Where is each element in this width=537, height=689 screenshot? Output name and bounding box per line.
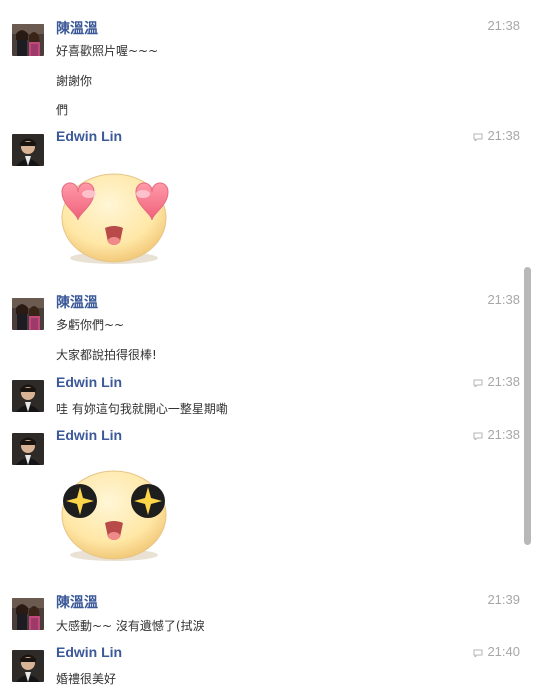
timestamp-text: 21:38: [487, 292, 520, 307]
avatar[interactable]: [12, 598, 44, 630]
heart-eyes-sticker[interactable]: [56, 170, 174, 270]
couple-photo-avatar-icon: [12, 24, 44, 56]
sparkle-eyes-sticker-icon: [61, 470, 167, 561]
man-photo-avatar-icon: [12, 380, 44, 412]
sender-name[interactable]: 陳溫溫: [56, 592, 98, 612]
message-text: 謝謝你: [56, 74, 93, 88]
couple-photo-avatar-icon: [12, 298, 44, 330]
man-photo-avatar-icon: [12, 433, 44, 465]
man-photo-avatar-icon: [12, 134, 44, 166]
avatar[interactable]: [12, 134, 44, 166]
timestamp-text: 21:38: [487, 427, 520, 442]
timestamp: 21:38: [473, 128, 520, 143]
sender-name[interactable]: 陳溫溫: [56, 292, 98, 312]
timestamp: 21:38: [473, 374, 520, 389]
sender-name[interactable]: Edwin Lin: [56, 374, 122, 390]
timestamp-text: 21:38: [487, 128, 520, 143]
timestamp: 21:39: [487, 592, 520, 607]
message-text: 婚禮很美好: [56, 672, 117, 686]
avatar[interactable]: [12, 650, 44, 682]
message-text: 們: [56, 103, 69, 117]
avatar[interactable]: [12, 380, 44, 412]
sender-name[interactable]: Edwin Lin: [56, 128, 122, 144]
timestamp: 21:38: [487, 292, 520, 307]
sparkle-eyes-sticker[interactable]: [56, 467, 174, 567]
message-text: 大感動~~ 沒有遺憾了(拭淚: [56, 619, 205, 633]
man-photo-avatar-icon: [12, 650, 44, 682]
message-text: 哇 有妳這句我就開心一整星期嘞: [56, 402, 228, 416]
couple-photo-avatar-icon: [12, 598, 44, 630]
chat-conversation: ··· 陳溫溫 21:38 好喜歡照片喔~~~ 謝謝你 們: [0, 0, 537, 689]
load-more-indicator[interactable]: ···: [258, 0, 268, 5]
timestamp-text: 21:38: [487, 18, 520, 33]
timestamp-text: 21:39: [487, 592, 520, 607]
sender-name[interactable]: Edwin Lin: [56, 427, 122, 443]
chat-bubble-icon: [473, 649, 483, 657]
sender-name[interactable]: 陳溫溫: [56, 18, 98, 38]
message-text: 大家都說拍得很棒!: [56, 348, 157, 362]
timestamp: 21:38: [473, 427, 520, 442]
avatar[interactable]: [12, 433, 44, 465]
sender-name[interactable]: Edwin Lin: [56, 644, 122, 660]
avatar[interactable]: [12, 24, 44, 56]
timestamp-text: 21:38: [487, 374, 520, 389]
message-text: 多虧你們~~: [56, 318, 125, 332]
heart-eyes-sticker-icon: [61, 173, 169, 264]
chat-bubble-icon: [473, 133, 483, 141]
scrollbar-thumb[interactable]: [524, 267, 531, 545]
timestamp: 21:40: [473, 644, 520, 659]
chat-bubble-icon: [473, 432, 483, 440]
message-text: 好喜歡照片喔~~~: [56, 44, 159, 58]
chat-bubble-icon: [473, 379, 483, 387]
avatar[interactable]: [12, 298, 44, 330]
timestamp-text: 21:40: [487, 644, 520, 659]
timestamp: 21:38: [487, 18, 520, 33]
